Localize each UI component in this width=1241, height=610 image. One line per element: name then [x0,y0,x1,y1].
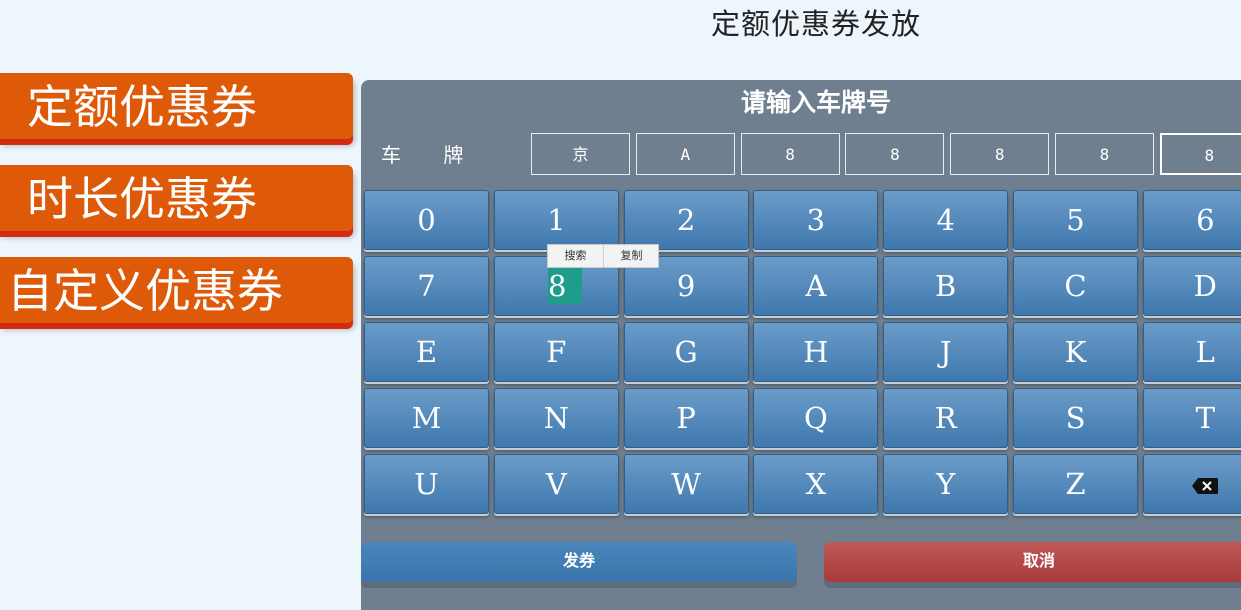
selected-text-highlight: 8 [548,268,582,304]
key-a[interactable]: A [753,256,879,316]
key-r[interactable]: R [883,388,1009,448]
plate-char-box[interactable]: 8 [845,133,945,175]
key-v[interactable]: V [493,454,619,514]
menu-fixed-coupon-button[interactable]: 定额优惠券 [0,73,353,139]
key-4[interactable]: 4 [883,190,1009,250]
key-1[interactable]: 1 [493,190,619,250]
context-menu: 搜索 复制 [547,244,659,268]
menu-item-label: 时长优惠券 [27,172,257,226]
key-w[interactable]: W [623,454,749,514]
backspace-key[interactable] [1142,454,1241,514]
key-z[interactable]: Z [1013,454,1138,514]
key-e[interactable]: E [364,322,489,382]
backspace-icon [1192,478,1219,494]
key-g[interactable]: G [623,322,749,382]
menu-duration-coupon-button[interactable]: 时长优惠券 [0,165,353,231]
menu-item-label: 定额优惠券 [27,80,257,134]
key-q[interactable]: Q [753,388,879,448]
key-t[interactable]: T [1142,388,1241,448]
key-6[interactable]: 6 [1142,190,1241,250]
plate-char-box[interactable]: 8 [950,133,1050,175]
key-j[interactable]: J [883,322,1009,382]
plate-label: 车 牌 [381,143,482,167]
cancel-button[interactable]: 取消 [824,542,1241,582]
plate-char-box[interactable]: A [635,133,735,175]
context-copy-button[interactable]: 复制 [604,245,659,267]
context-search-button[interactable]: 搜索 [548,245,604,267]
plate-char-box[interactable]: 京 [531,133,630,175]
key-x[interactable]: X [753,454,879,514]
key-d[interactable]: D [1142,256,1241,316]
key-0[interactable]: 0 [364,190,489,250]
plate-keyboard-panel: 请输入车牌号 车 牌 京A88888 0123456789ABCDEFGHJKL… [361,80,1241,610]
key-b[interactable]: B [883,256,1009,316]
key-y[interactable]: Y [883,454,1009,514]
key-u[interactable]: U [364,454,489,514]
menu-item-label: 自定义优惠券 [7,264,283,318]
page-title: 定额优惠券发放 [711,7,922,41]
key-p[interactable]: P [623,388,749,448]
key-f[interactable]: F [493,322,619,382]
key-h[interactable]: H [753,322,879,382]
key-s[interactable]: S [1013,388,1138,448]
key-m[interactable]: M [364,388,489,448]
plate-char-box[interactable]: 8 [1055,133,1154,175]
key-5[interactable]: 5 [1013,190,1138,250]
key-k[interactable]: K [1013,322,1138,382]
panel-title: 请输入车牌号 [740,88,891,117]
key-2[interactable]: 2 [623,190,749,250]
key-3[interactable]: 3 [753,190,879,250]
issue-coupon-button[interactable]: 发券 [361,542,797,582]
key-l[interactable]: L [1142,322,1241,382]
menu-custom-coupon-button[interactable]: 自定义优惠券 [0,257,353,323]
key-n[interactable]: N [493,388,619,448]
plate-char-box[interactable]: 8 [1159,133,1241,175]
key-c[interactable]: C [1013,256,1138,316]
key-7[interactable]: 7 [364,256,489,316]
plate-char-box[interactable]: 8 [740,133,840,175]
